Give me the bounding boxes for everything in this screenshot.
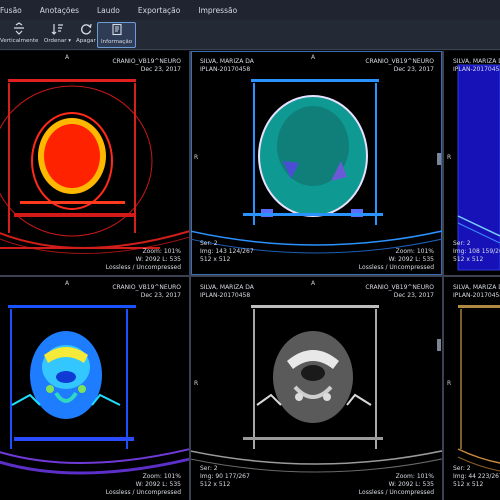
erase-button[interactable]: Apagar <box>76 22 96 48</box>
image-number: Img: 143 124/267 <box>200 248 254 255</box>
menu-laudo[interactable]: Laudo <box>88 6 129 15</box>
series-info: Ser: 2 Img: 143 124/267 512 x 512 <box>200 240 254 264</box>
orientation-top: A <box>65 54 70 61</box>
sort-label: Ordenar ▾ <box>44 38 72 44</box>
info-label: Informação <box>101 39 133 45</box>
menu-anotacoes[interactable]: Anotações <box>31 6 88 15</box>
viewport-5[interactable]: A R SILVA, MARIZA DA IPLAN-20170458 CRAN… <box>191 277 442 500</box>
series-info: Ser: 2 Img: 44 223/267 512 x 512 <box>453 465 500 489</box>
viewport-6[interactable]: R SILVA, MARIZA DA IPLAN-20170458 Ser: 2… <box>444 277 500 500</box>
orientation-left: R <box>194 154 199 161</box>
patient-id: IPLAN-20170458 <box>200 292 251 299</box>
image-info: Zoom: 101% W: 2092 L: 535 Lossless / Unc… <box>106 473 181 497</box>
orientation-top: A <box>311 54 316 61</box>
patient-info: SILVA, MARIZA DA IPLAN-20170458 <box>200 58 254 74</box>
zoom-level: Zoom: 101% <box>142 248 181 255</box>
menu-bar: Fusão Anotações Laudo Exportação Impress… <box>0 0 500 20</box>
matrix-size: 512 x 512 <box>200 481 231 488</box>
ct-image-4 <box>0 305 189 475</box>
matrix-size: 512 x 512 <box>453 481 484 488</box>
image-info: Zoom: 101% W: 2092 L: 535 Lossless / Unc… <box>359 473 434 497</box>
viewport-grid: A CRANIO_VB19^NEURO Dec 23, 2017 Zoom: 1… <box>0 51 500 500</box>
patient-name: SILVA, MARIZA DA <box>453 284 500 291</box>
menu-fusao[interactable]: Fusão <box>0 6 31 15</box>
study-date: Dec 23, 2017 <box>393 66 434 73</box>
patient-id: IPLAN-20170458 <box>453 292 500 299</box>
series-number: Ser: 2 <box>453 240 471 247</box>
study-description: CRANIO_VB19^NEURO <box>365 284 434 291</box>
patient-info: SILVA, MARIZA DA IPLAN-20170458 <box>453 284 500 300</box>
study-date: Dec 23, 2017 <box>393 292 434 299</box>
compression: Lossless / Uncompressed <box>105 264 181 271</box>
image-number: Img: 108 159/267 <box>453 248 500 255</box>
image-number: Img: 90 177/267 <box>200 473 250 480</box>
compression: Lossless / Uncompressed <box>358 489 434 496</box>
orientation-left: R <box>447 154 452 161</box>
patient-info: SILVA, MARIZA DA IPLAN-20170458 <box>200 284 254 300</box>
image-info: Zoom: 101% W: 2092 L: 535 Lossless / Unc… <box>359 248 434 272</box>
study-date: Dec 23, 2017 <box>140 292 181 299</box>
compression: Lossless / Uncompressed <box>358 264 434 271</box>
matrix-size: 512 x 512 <box>453 256 484 263</box>
image-info: Zoom: 101% W: 2092 L: 535 Lossless / Unc… <box>106 248 181 272</box>
window-level: W: 2092 L: 535 <box>135 256 181 263</box>
info-icon <box>110 23 124 37</box>
patient-info: SILVA, MARIZA DA IPLAN-20170458 <box>453 58 500 74</box>
info-button[interactable]: Informação <box>97 22 137 48</box>
window-level: W: 2092 L: 535 <box>388 256 434 263</box>
viewport-divider <box>0 275 500 277</box>
study-description: CRANIO_VB19^NEURO <box>112 284 181 291</box>
flip-vertical-icon <box>12 22 26 36</box>
patient-name: SILVA, MARIZA DA <box>200 284 254 291</box>
study-description: CRANIO_VB19^NEURO <box>365 58 434 65</box>
erase-label: Apagar <box>76 38 96 44</box>
zoom-level: Zoom: 101% <box>395 473 434 480</box>
study-info: CRANIO_VB19^NEURO Dec 23, 2017 <box>112 284 181 300</box>
patient-name: SILVA, MARIZA DA <box>200 58 254 65</box>
orientation-top: A <box>65 280 70 287</box>
viewport-1[interactable]: A CRANIO_VB19^NEURO Dec 23, 2017 Zoom: 1… <box>0 51 189 275</box>
flip-vertical-label: Verticalmente <box>0 38 39 44</box>
menu-impressao[interactable]: Impressão <box>189 6 246 15</box>
study-info: CRANIO_VB19^NEURO Dec 23, 2017 <box>365 58 434 74</box>
viewport-3[interactable]: R SILVA, MARIZA DA IPLAN-20170458 Ser: 2… <box>444 51 500 275</box>
window-level: W: 2092 L: 535 <box>388 481 434 488</box>
refresh-icon <box>79 22 93 36</box>
orientation-left: R <box>447 380 452 387</box>
series-info: Ser: 2 Img: 108 159/267 512 x 512 <box>453 240 500 264</box>
orientation-left: R <box>194 380 199 387</box>
window-level: W: 2092 L: 535 <box>135 481 181 488</box>
image-number: Img: 44 223/267 <box>453 473 500 480</box>
series-number: Ser: 2 <box>200 465 218 472</box>
toolbar: Verticalmente Ordenar ▾ Apagar Informaçã… <box>0 20 500 50</box>
series-info: Ser: 2 Img: 90 177/267 512 x 512 <box>200 465 250 489</box>
matrix-size: 512 x 512 <box>200 256 231 263</box>
flip-vertical-button[interactable]: Verticalmente <box>0 22 38 48</box>
ct-image-1 <box>0 79 189 254</box>
menu-exportacao[interactable]: Exportação <box>129 6 189 15</box>
sort-label-text: Ordenar <box>44 38 67 44</box>
viewport-2[interactable]: A R SILVA, MARIZA DA IPLAN-20170458 CRAN… <box>191 51 442 275</box>
series-number: Ser: 2 <box>453 465 471 472</box>
patient-id: IPLAN-20170458 <box>453 66 500 73</box>
patient-id: IPLAN-20170458 <box>200 66 251 73</box>
orientation-top: A <box>311 280 316 287</box>
sort-icon <box>51 22 65 36</box>
study-description: CRANIO_VB19^NEURO <box>112 58 181 65</box>
zoom-level: Zoom: 101% <box>395 248 434 255</box>
patient-name: SILVA, MARIZA DA <box>453 58 500 65</box>
compression: Lossless / Uncompressed <box>105 489 181 496</box>
study-info: CRANIO_VB19^NEURO Dec 23, 2017 <box>112 58 181 74</box>
zoom-level: Zoom: 101% <box>142 473 181 480</box>
study-date: Dec 23, 2017 <box>140 66 181 73</box>
sort-button[interactable]: Ordenar ▾ <box>44 22 71 48</box>
series-number: Ser: 2 <box>200 240 218 247</box>
viewport-4[interactable]: A CRANIO_VB19^NEURO Dec 23, 2017 Zoom: 1… <box>0 277 189 500</box>
study-info: CRANIO_VB19^NEURO Dec 23, 2017 <box>365 284 434 300</box>
